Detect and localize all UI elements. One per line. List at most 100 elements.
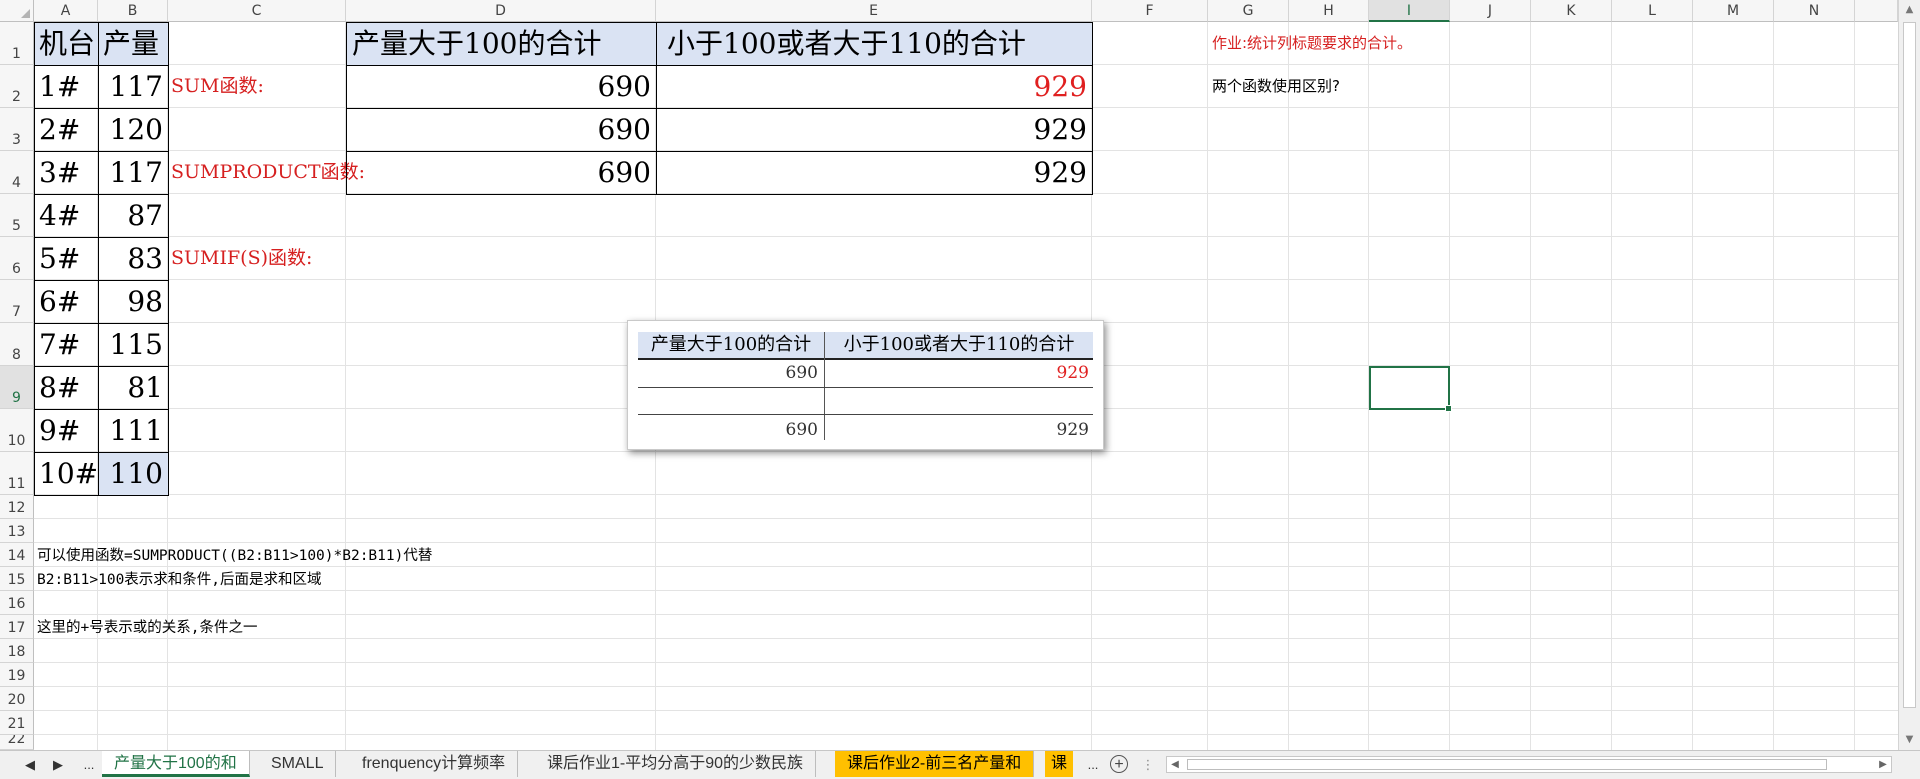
note-row17[interactable]: 这里的+号表示或的关系,条件之一 bbox=[34, 616, 257, 640]
row-header-17[interactable]: 17 bbox=[0, 615, 34, 639]
col-header-i[interactable]: I bbox=[1369, 0, 1450, 22]
row-header-8[interactable]: 8 bbox=[0, 323, 34, 366]
cell-e2[interactable]: 929 bbox=[656, 65, 1093, 109]
label-sum-function[interactable]: SUM函数: bbox=[168, 65, 264, 108]
vertical-scroll-thumb[interactable] bbox=[1903, 22, 1916, 708]
cell-a7[interactable]: 6# bbox=[34, 280, 99, 324]
cell-b1-header[interactable]: 产量 bbox=[98, 22, 169, 66]
tab-split-handle[interactable]: ⋮ bbox=[1138, 755, 1158, 775]
col-header-m[interactable]: M bbox=[1693, 0, 1774, 22]
scroll-left-icon[interactable]: ◀ bbox=[1167, 757, 1183, 772]
tab-partial[interactable]: 课 bbox=[1045, 751, 1074, 777]
row-header-19[interactable]: 19 bbox=[0, 663, 34, 687]
cell-a6[interactable]: 5# bbox=[34, 237, 99, 281]
cell-a11[interactable]: 10# bbox=[34, 452, 99, 496]
cell-b2[interactable]: 117 bbox=[98, 65, 169, 109]
picture-value-r3b: 929 bbox=[1056, 420, 1089, 440]
col-header-n[interactable]: N bbox=[1774, 0, 1855, 22]
note-homework[interactable]: 作业:统计列标题要求的合计。 bbox=[1208, 22, 1412, 65]
add-sheet-icon[interactable]: + bbox=[1110, 755, 1128, 773]
row-header-20[interactable]: 20 bbox=[0, 687, 34, 711]
vertical-scrollbar[interactable]: ▲ ▼ bbox=[1898, 0, 1920, 750]
cell-d3[interactable]: 690 bbox=[346, 108, 657, 152]
scroll-up-icon[interactable]: ▲ bbox=[1899, 1, 1920, 19]
tab-frequency[interactable]: frenquency计算频率 bbox=[348, 751, 519, 777]
horizontal-scrollbar[interactable]: ◀ ▶ bbox=[1166, 756, 1892, 773]
horizontal-scroll-thumb[interactable] bbox=[1187, 759, 1827, 770]
tab-more-left[interactable]: ... bbox=[78, 755, 100, 775]
cell-a3[interactable]: 2# bbox=[34, 108, 99, 152]
row-header-5[interactable]: 5 bbox=[0, 194, 34, 237]
scroll-right-icon[interactable]: ▶ bbox=[1875, 757, 1891, 772]
active-cell-i9[interactable] bbox=[1369, 366, 1452, 412]
col-header-g[interactable]: G bbox=[1208, 0, 1289, 22]
col-header-e[interactable]: E bbox=[656, 0, 1092, 22]
row-header-2[interactable]: 2 bbox=[0, 65, 34, 108]
col-header-b[interactable]: B bbox=[98, 0, 168, 22]
cell-a4[interactable]: 3# bbox=[34, 151, 99, 195]
note-row15[interactable]: B2:B11>100表示求和条件,后面是求和区域 bbox=[34, 568, 322, 592]
row-header-3[interactable]: 3 bbox=[0, 108, 34, 151]
col-header-a[interactable]: A bbox=[34, 0, 98, 22]
scroll-down-icon[interactable]: ▼ bbox=[1899, 731, 1920, 749]
cell-a8[interactable]: 7# bbox=[34, 323, 99, 367]
tab-next-icon[interactable]: ▶ bbox=[48, 755, 68, 775]
label-sumif-function[interactable]: SUMIF(S)函数: bbox=[168, 237, 312, 280]
select-all-corner[interactable] bbox=[0, 0, 34, 22]
row-header-1[interactable]: 1 bbox=[0, 22, 34, 65]
cell-b4[interactable]: 117 bbox=[98, 151, 169, 195]
cell-b9[interactable]: 81 bbox=[98, 366, 169, 410]
row-header-12[interactable]: 12 bbox=[0, 495, 34, 519]
cell-d1-header[interactable]: 产量大于100的合计 bbox=[346, 22, 657, 66]
row-header-16[interactable]: 16 bbox=[0, 591, 34, 615]
cell-e3[interactable]: 929 bbox=[656, 108, 1093, 152]
row-header-15[interactable]: 15 bbox=[0, 567, 34, 591]
cell-a5[interactable]: 4# bbox=[34, 194, 99, 238]
cell-b3[interactable]: 120 bbox=[98, 108, 169, 152]
col-header-d[interactable]: D bbox=[346, 0, 656, 22]
row-header-11[interactable]: 11 bbox=[0, 452, 34, 495]
col-header-j[interactable]: J bbox=[1450, 0, 1531, 22]
tab-sum-gt-100[interactable]: 产量大于100的和 bbox=[102, 751, 250, 777]
col-header-c[interactable]: C bbox=[168, 0, 346, 22]
tab-more-right[interactable]: ... bbox=[1080, 755, 1106, 775]
cell-a1-header[interactable]: 机台 bbox=[34, 22, 99, 66]
tab-prev-icon[interactable]: ◀ bbox=[20, 755, 40, 775]
tab-homework-2[interactable]: 课后作业2-前三名产量和 bbox=[835, 751, 1035, 777]
row-header-21[interactable]: 21 bbox=[0, 711, 34, 735]
col-header-h[interactable]: H bbox=[1289, 0, 1369, 22]
cell-e4[interactable]: 929 bbox=[656, 151, 1093, 195]
tab-small[interactable]: SMALL bbox=[259, 751, 337, 777]
cell-d4[interactable]: 690 bbox=[346, 151, 657, 195]
cell-a2[interactable]: 1# bbox=[34, 65, 99, 109]
row-header-6[interactable]: 6 bbox=[0, 237, 34, 280]
row-header-14[interactable]: 14 bbox=[0, 543, 34, 567]
col-header-l[interactable]: L bbox=[1612, 0, 1693, 22]
note-row14[interactable]: 可以使用函数=SUMPRODUCT((B2:B11>100)*B2:B11)代替 bbox=[34, 544, 432, 568]
tab-homework-1[interactable]: 课后作业1-平均分高于90的少数民族 bbox=[535, 751, 817, 777]
row-header-22[interactable]: 22 bbox=[0, 735, 34, 750]
row-header-18[interactable]: 18 bbox=[0, 639, 34, 663]
note-question[interactable]: 两个函数使用区别? bbox=[1208, 65, 1340, 108]
cell-b5[interactable]: 87 bbox=[98, 194, 169, 238]
cell-b8[interactable]: 115 bbox=[98, 323, 169, 367]
cell-d2[interactable]: 690 bbox=[346, 65, 657, 109]
row-header-4[interactable]: 4 bbox=[0, 151, 34, 194]
cell-b11[interactable]: 110 bbox=[98, 452, 169, 496]
col-header-k[interactable]: K bbox=[1531, 0, 1612, 22]
floating-picture[interactable]: 产量大于100的合计 小于100或者大于110的合计 690 929 690 9… bbox=[627, 320, 1104, 450]
col-header-f[interactable]: F bbox=[1092, 0, 1208, 22]
cell-b10[interactable]: 111 bbox=[98, 409, 169, 453]
cell-a10[interactable]: 9# bbox=[34, 409, 99, 453]
picture-value-r3a: 690 bbox=[785, 420, 818, 440]
cell-a9[interactable]: 8# bbox=[34, 366, 99, 410]
cell-b6[interactable]: 83 bbox=[98, 237, 169, 281]
cell-e1-header[interactable]: 小于100或者大于110的合计 bbox=[656, 22, 1093, 66]
row-header-7[interactable]: 7 bbox=[0, 280, 34, 323]
row-header-9[interactable]: 9 bbox=[0, 366, 34, 409]
worksheet: A B C D E F G H I J K L M N 1 2 3 4 5 6 … bbox=[0, 0, 1898, 750]
row-header-10[interactable]: 10 bbox=[0, 409, 34, 452]
cell-b7[interactable]: 98 bbox=[98, 280, 169, 324]
label-sumproduct-function[interactable]: SUMPRODUCT函数: bbox=[168, 151, 365, 194]
row-header-13[interactable]: 13 bbox=[0, 519, 34, 543]
